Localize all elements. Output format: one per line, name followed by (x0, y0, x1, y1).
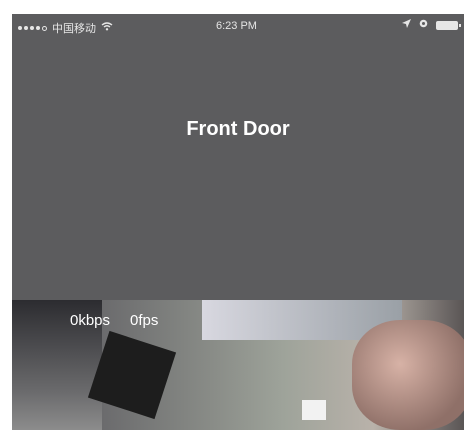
page-title: Front Door (186, 118, 290, 140)
battery-icon (436, 20, 461, 30)
status-right (402, 19, 461, 31)
location-arrow-icon (402, 19, 411, 31)
carrier-name: 中国移动 (52, 23, 96, 35)
status-time: 6:23 PM (216, 20, 257, 32)
stream-stats: 0kbps 0fps (70, 312, 158, 329)
app-screen: 中国移动 6:23 PM Front Door 0kbps 0fps (12, 14, 464, 430)
signal-strength-icon (18, 25, 47, 31)
alarm-clock-icon (419, 19, 428, 31)
status-left: 中国移动 (18, 20, 113, 36)
wifi-icon (101, 22, 113, 34)
bitrate-label: 0kbps (70, 312, 111, 329)
camera-video-feed[interactable]: 0kbps 0fps (12, 300, 464, 430)
framerate-label: 0fps (130, 312, 159, 329)
status-bar: 中国移动 6:23 PM (12, 14, 464, 38)
